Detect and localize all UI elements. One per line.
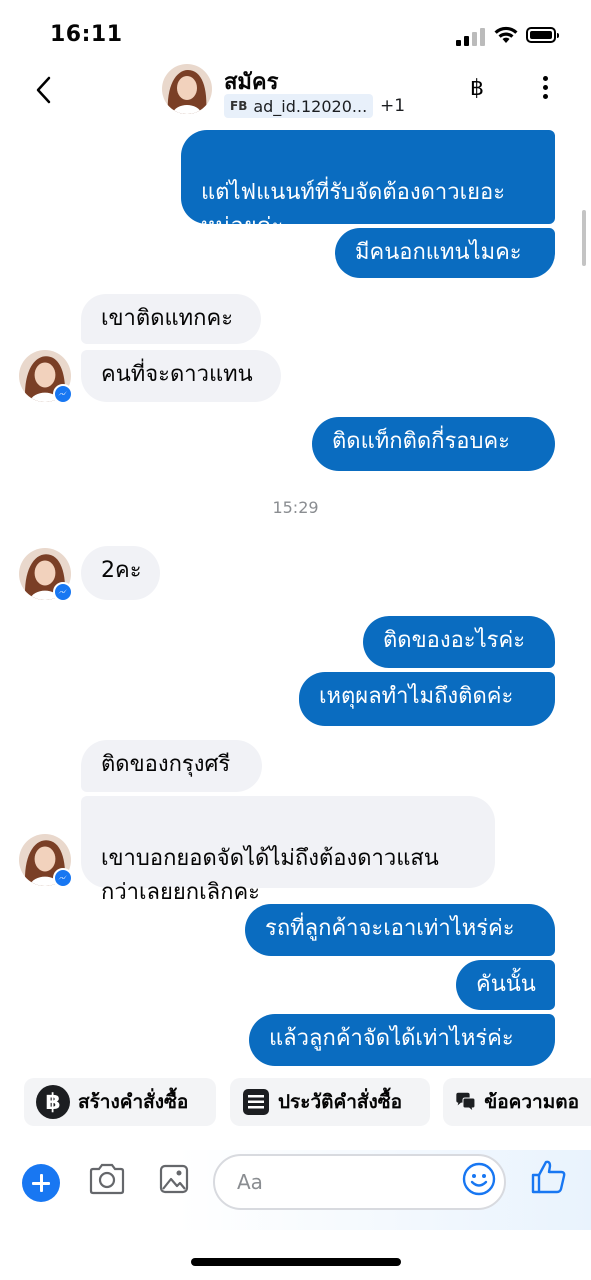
message-text: 2คะ (101, 558, 142, 583)
camera-icon[interactable] (88, 1162, 126, 1196)
chat-bubbles-icon (456, 1092, 476, 1113)
add-attachment-icon[interactable] (22, 1164, 60, 1202)
wifi-icon (494, 26, 518, 43)
order-history-chip[interactable]: ประวัติคำสั่งซื้อ (230, 1078, 430, 1126)
message-text: เหตุผลทำไมถึงติดค่ะ (319, 684, 514, 709)
emoji-icon[interactable] (462, 1162, 496, 1196)
messenger-badge-icon (53, 868, 73, 888)
saved-replies-chip[interactable]: ข้อความตอ (443, 1078, 591, 1126)
message-text: คนที่จะดาวแทน (101, 362, 253, 387)
messenger-badge-icon (53, 582, 73, 602)
message-composer: Aa (0, 1150, 591, 1230)
message-bubble-incoming[interactable]: 2คะ (81, 546, 160, 600)
more-tags-count[interactable]: +1 (380, 96, 405, 116)
message-bubble-outgoing[interactable]: ติดแท็กติดกี่รอบคะ (312, 417, 555, 471)
sender-avatar[interactable] (19, 834, 73, 888)
message-text: ติดของอะไรค่ะ (383, 628, 526, 653)
sender-avatar[interactable] (19, 350, 73, 404)
cellular-signal-icon (456, 28, 486, 46)
message-bubble-outgoing[interactable]: เหตุผลทำไมถึงติดค่ะ (299, 672, 555, 726)
gallery-icon[interactable] (158, 1162, 190, 1196)
battery-icon (526, 27, 559, 43)
quick-actions-bar[interactable]: ฿ สร้างคำสั่งซื้อ ประวัติคำสั่งซื้อ ข้อค… (0, 1078, 591, 1128)
message-bubble-outgoing[interactable]: รถที่ลูกค้าจะเอาเท่าไหร่ค่ะ (245, 904, 555, 956)
message-bubble-outgoing[interactable]: คันนั้น (456, 960, 555, 1010)
messenger-badge-icon (53, 384, 73, 404)
thumbs-up-icon[interactable] (530, 1158, 568, 1196)
message-text: คันนั้น (476, 972, 536, 997)
message-input-placeholder: Aa (237, 1170, 263, 1194)
message-bubble-outgoing[interactable]: แล้วลูกค้าจัดได้เท่าไหร่ค่ะ (249, 1014, 555, 1066)
message-list[interactable]: แต่ไฟแนนท์ที่รับจัดต้องดาวเยอะ หน่อยค่ะ … (0, 122, 591, 1072)
baht-icon[interactable]: ฿ (470, 76, 484, 101)
message-bubble-outgoing[interactable]: ติดของอะไรค่ะ (363, 616, 555, 668)
message-text: ติดแท็กติดกี่รอบคะ (332, 429, 510, 454)
message-text: แล้วลูกค้าจัดได้เท่าไหร่ค่ะ (269, 1026, 514, 1051)
status-time: 16:11 (50, 22, 123, 47)
message-bubble-incoming[interactable]: คนที่จะดาวแทน (81, 350, 281, 402)
ad-id-tag[interactable]: FB ad_id.12020... (224, 94, 374, 118)
contact-avatar[interactable] (162, 64, 212, 114)
tag-text: ad_id.12020... (253, 96, 368, 116)
list-document-icon (243, 1089, 269, 1115)
back-chevron-icon[interactable] (30, 72, 60, 108)
conversation-header: สมัคร FB ad_id.12020... +1 ฿ (0, 58, 591, 122)
more-options-icon[interactable] (538, 76, 552, 104)
tag-prefix: FB (230, 99, 248, 113)
message-bubble-incoming[interactable]: ติดของกรุงศรี (81, 740, 262, 792)
message-bubble-incoming[interactable]: เขาติดแทกคะ (81, 294, 261, 344)
sender-avatar[interactable] (19, 548, 73, 602)
message-bubble-outgoing[interactable]: มีคนอกแทนไมคะ (335, 228, 555, 278)
message-text: รถที่ลูกค้าจะเอาเท่าไหร่ค่ะ (265, 916, 515, 941)
message-text: เขาติดแทกคะ (101, 306, 234, 331)
baht-circle-icon: ฿ (36, 1085, 70, 1119)
message-text: มีคนอกแทนไมคะ (355, 240, 522, 265)
message-bubble-incoming[interactable]: เขาบอกยอดจัดได้ไม่ถึงต้องดาวแสน กว่าเลยย… (81, 796, 495, 905)
message-text: ติดของกรุงศรี (101, 752, 231, 777)
home-indicator[interactable] (191, 1258, 401, 1266)
message-bubble-outgoing[interactable]: แต่ไฟแนนท์ที่รับจัดต้องดาวเยอะ หน่อยค่ะ (181, 130, 555, 239)
chip-label: ข้อความตอ (484, 1091, 579, 1113)
scrollbar[interactable] (582, 210, 586, 266)
create-order-chip[interactable]: ฿ สร้างคำสั่งซื้อ (24, 1078, 216, 1126)
message-text: เขาบอกยอดจัดได้ไม่ถึงต้องดาวแสน กว่าเลยย… (101, 846, 439, 905)
chip-label: ประวัติคำสั่งซื้อ (278, 1091, 403, 1113)
svg-text:฿: ฿ (45, 1090, 60, 1115)
chip-label: สร้างคำสั่งซื้อ (78, 1091, 189, 1113)
timestamp-divider: 15:29 (272, 498, 319, 517)
